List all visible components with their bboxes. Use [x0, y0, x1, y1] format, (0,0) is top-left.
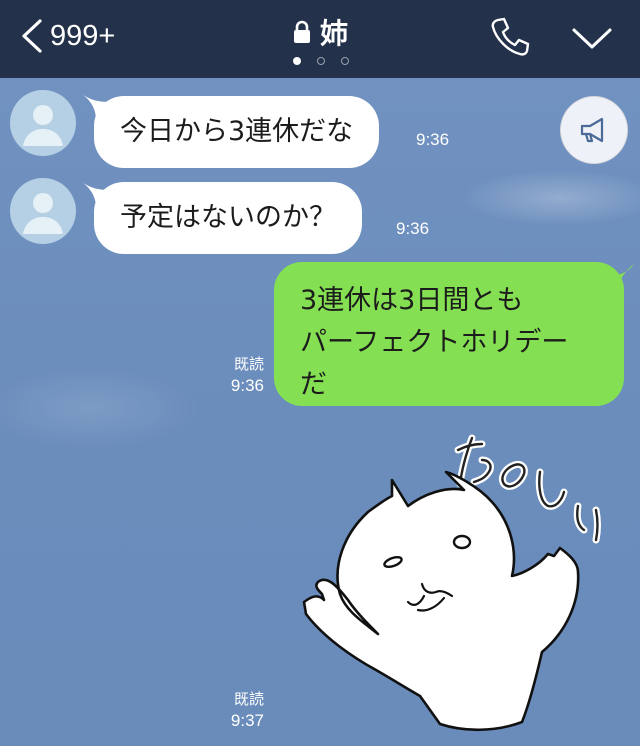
message-line: だ: [300, 369, 327, 400]
chat-header: 999+ 姉: [0, 0, 640, 78]
message-line: パーフェクトホリデー: [300, 327, 569, 358]
back-chevron-icon: [22, 19, 42, 53]
chat-title[interactable]: 姉: [270, 12, 370, 52]
chevron-down-icon: [572, 28, 612, 49]
announce-button[interactable]: [560, 96, 628, 164]
page-indicator: [293, 57, 349, 67]
lock-icon: [293, 20, 310, 43]
message-line: 3連休は3日間とも: [300, 285, 524, 316]
read-label: 既読: [233, 690, 264, 708]
incoming-message[interactable]: 予定はないのか？: [94, 182, 362, 254]
phone-icon: [491, 17, 530, 56]
read-receipt: 既読 9:36: [214, 353, 264, 397]
back-button[interactable]: 999+: [18, 14, 115, 58]
message-time: 9:36: [396, 219, 430, 238]
avatar[interactable]: [10, 90, 76, 156]
page-dot-1: [293, 57, 301, 65]
chat-title-text: 姉: [319, 17, 348, 50]
cat-sticker[interactable]: [296, 426, 616, 746]
unread-count: 999+: [50, 19, 116, 52]
call-button[interactable]: [488, 14, 532, 58]
megaphone-icon: [580, 117, 604, 143]
incoming-message[interactable]: 今日から3連休だな: [94, 96, 380, 168]
menu-dropdown-button[interactable]: [568, 20, 616, 56]
page-dot-3: [341, 57, 349, 65]
user-silhouette-icon: [23, 105, 63, 146]
read-label: 既読: [233, 355, 264, 373]
read-receipt: 既読 9:37: [214, 688, 264, 732]
avatar[interactable]: [10, 178, 76, 244]
outgoing-message[interactable]: 3連休は3日間とも パーフェクトホリデー だ: [274, 262, 624, 406]
user-silhouette-icon: [23, 193, 63, 234]
message-time: 9:37: [230, 711, 264, 730]
message-time: 9:36: [230, 376, 264, 395]
page-dot-2: [317, 57, 325, 65]
message-time: 9:36: [416, 130, 450, 149]
